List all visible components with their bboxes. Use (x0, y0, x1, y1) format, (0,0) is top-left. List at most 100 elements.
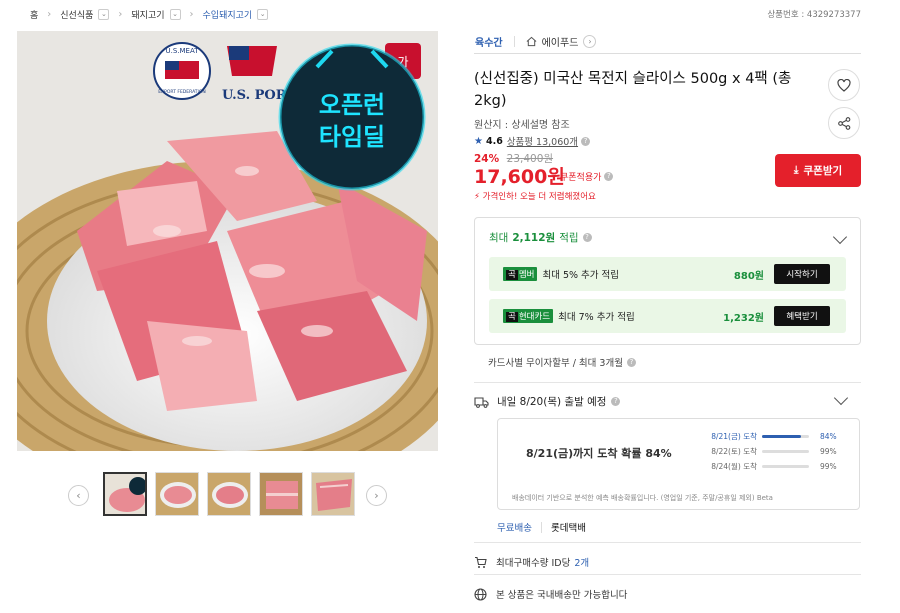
origin-info: 원산지 : 상세설명 참조 (474, 120, 570, 131)
chevron-down-icon[interactable]: ⌄ (169, 8, 181, 20)
breadcrumb-separator: › (47, 8, 52, 20)
domestic-shipping-notice: 본 상품은 국내배송만 가능합니다 (474, 587, 627, 601)
badge-line1: 오픈런 (319, 91, 385, 119)
download-icon: ⤓ (793, 164, 799, 176)
chevron-down-icon[interactable]: ⌄ (98, 8, 110, 20)
product-number: 상품번호 : 4329273377 (767, 10, 861, 20)
logo-bottom-text: EXPORT FEDERATION (158, 89, 206, 95)
share-button[interactable] (828, 107, 860, 139)
category-link[interactable]: 육수간 (475, 34, 503, 49)
get-benefit-button[interactable]: 혜택받기 (774, 306, 830, 326)
domestic-text: 본 상품은 국내배송만 가능합니다 (496, 590, 628, 601)
chevron-right-icon: › (374, 489, 379, 502)
review-count-link[interactable]: 상품평 13,060개 (507, 134, 578, 148)
star-icon: ★ (474, 135, 483, 147)
wishlist-button[interactable] (828, 69, 860, 101)
heart-icon (837, 78, 851, 92)
reward-suffix: 적립 (559, 232, 579, 244)
free-shipping-label: 무료배송 (497, 523, 532, 534)
probability-bar (762, 465, 809, 468)
coupon-button-label: 쿠폰받기 (803, 165, 843, 177)
sale-price: 17,600원 (474, 166, 565, 188)
card-tag: 곡 현대카드 (503, 309, 554, 323)
thumbnail[interactable] (259, 472, 303, 516)
info-icon[interactable]: ? (626, 357, 636, 367)
probability-date: 8/24(월) 도착 (711, 462, 757, 471)
chevron-right-icon: › (583, 35, 597, 48)
thumbnail[interactable] (207, 472, 251, 516)
probability-row: 8/24(월) 도착 99% (701, 461, 841, 472)
thumbnail-image (105, 474, 145, 514)
purchase-limit-label: 최대구매수량 ID당 (496, 558, 571, 569)
breadcrumb: 홈 › 신선식품 ⌄ › 돼지고기 ⌄ › 수입돼지고기 ⌄ (30, 7, 269, 21)
coupon-price-label: 쿠폰적용가 (560, 173, 602, 183)
coupon-price-note: 쿠폰적용가 ? (560, 170, 614, 183)
divider (474, 542, 861, 543)
chevron-down-icon[interactable] (833, 390, 849, 406)
probability-bar (762, 435, 809, 438)
probability-pct: 99% (820, 447, 837, 456)
reward-panel: 최대 2,112원 적립 ? 곡 멤버 최대 5% 추가 적립 880원 시작하기… (474, 217, 861, 345)
delivery-probability-panel: 8/21(금)까지 도착 확률 84% 8/21(금) 도착 84% 8/22(… (497, 418, 860, 510)
reward-headline: 최대 2,112원 적립 ? (489, 230, 592, 245)
prev-image-button[interactable]: ‹ (68, 485, 89, 506)
info-icon[interactable]: ? (611, 397, 621, 406)
probability-date: 8/22(토) 도착 (711, 447, 757, 456)
divider (513, 36, 515, 47)
divider (474, 382, 861, 383)
probability-row: 8/21(금) 도착 84% (701, 431, 841, 442)
purchase-limit-value: 2개 (574, 558, 590, 569)
reward-row-membership: 곡 멤버 최대 5% 추가 적립 880원 시작하기 (489, 257, 846, 291)
breadcrumb-fresh-food[interactable]: 신선식품 (60, 8, 93, 21)
breadcrumb-imported-pork[interactable]: 수입돼지고기 (203, 8, 253, 21)
carrier-name: 롯데택배 (550, 523, 586, 534)
chevron-left-icon: ‹ (76, 489, 81, 502)
thumbnail[interactable] (103, 472, 147, 516)
thumbnail[interactable] (155, 472, 199, 516)
rating-score: 4.6 (485, 135, 503, 147)
breadcrumb-home[interactable]: 홈 (30, 8, 38, 21)
main-product-image[interactable]: U.S.MEAT EXPORT FEDERATION U.S. POR 가 오픈… (17, 31, 438, 451)
price-drop-text: 가격인하! 오늘 더 저렴해졌어요 (482, 192, 596, 202)
meat-photo: U.S.MEAT EXPORT FEDERATION U.S. POR 가 오픈… (17, 31, 438, 451)
info-icon[interactable]: ? (604, 172, 614, 181)
reward-desc: 최대 7% 추가 적립 (558, 312, 635, 323)
share-icon (837, 116, 850, 130)
info-icon[interactable]: ? (582, 233, 592, 242)
probability-bar (762, 450, 809, 453)
thumbnail-image (156, 473, 198, 515)
chevron-down-icon[interactable]: ⌄ (257, 8, 269, 20)
thumbnail[interactable] (311, 472, 355, 516)
info-icon[interactable]: ? (581, 136, 591, 146)
breadcrumb-separator: › (118, 8, 123, 20)
reward-prefix: 최대 (489, 232, 509, 244)
reward-row-card: 곡 현대카드 최대 7% 추가 적립 1,232원 혜택받기 (489, 299, 846, 333)
brand-row: 육수간 에이푸드 › (474, 30, 861, 54)
us-pork-text: U.S. POR (222, 88, 287, 103)
store-link[interactable]: 에이푸드 › (526, 34, 597, 49)
shipping-tags: 무료배송 롯데택배 (497, 520, 586, 534)
start-membership-button[interactable]: 시작하기 (774, 264, 830, 284)
breadcrumb-separator: › (189, 8, 194, 20)
installment-text: 카드사별 무이자할부 / 최대 3개월 (488, 358, 623, 369)
probability-pct: 84% (820, 432, 837, 441)
badge-line2: 타임딜 (319, 123, 385, 151)
breadcrumb-pork[interactable]: 돼지고기 (131, 8, 164, 21)
lightning-icon: ⚡ (474, 192, 480, 202)
thumbnail-image (260, 473, 302, 515)
truck-icon (474, 396, 489, 408)
purchase-limit: 최대구매수량 ID당 2개 (474, 555, 589, 569)
chevron-down-icon[interactable] (832, 229, 848, 245)
thumbnail-image (312, 473, 354, 515)
installment-info: 카드사별 무이자할부 / 최대 3개월 ? (488, 355, 636, 369)
divider (474, 574, 861, 575)
thumbnail-image (208, 473, 250, 515)
cart-icon (475, 556, 487, 568)
shipping-date: 내일 8/20(목) 출발 예정 (497, 396, 607, 408)
shipping-disclaimer: 배송데이터 기반으로 분석한 예측 배송확률입니다. (영업일 기준, 주말/공… (512, 494, 773, 502)
divider (540, 521, 542, 533)
next-image-button[interactable]: › (366, 485, 387, 506)
probability-row: 8/22(토) 도착 99% (701, 446, 841, 457)
coupon-download-button[interactable]: ⤓ 쿠폰받기 (775, 154, 861, 187)
probability-pct: 99% (820, 462, 837, 471)
